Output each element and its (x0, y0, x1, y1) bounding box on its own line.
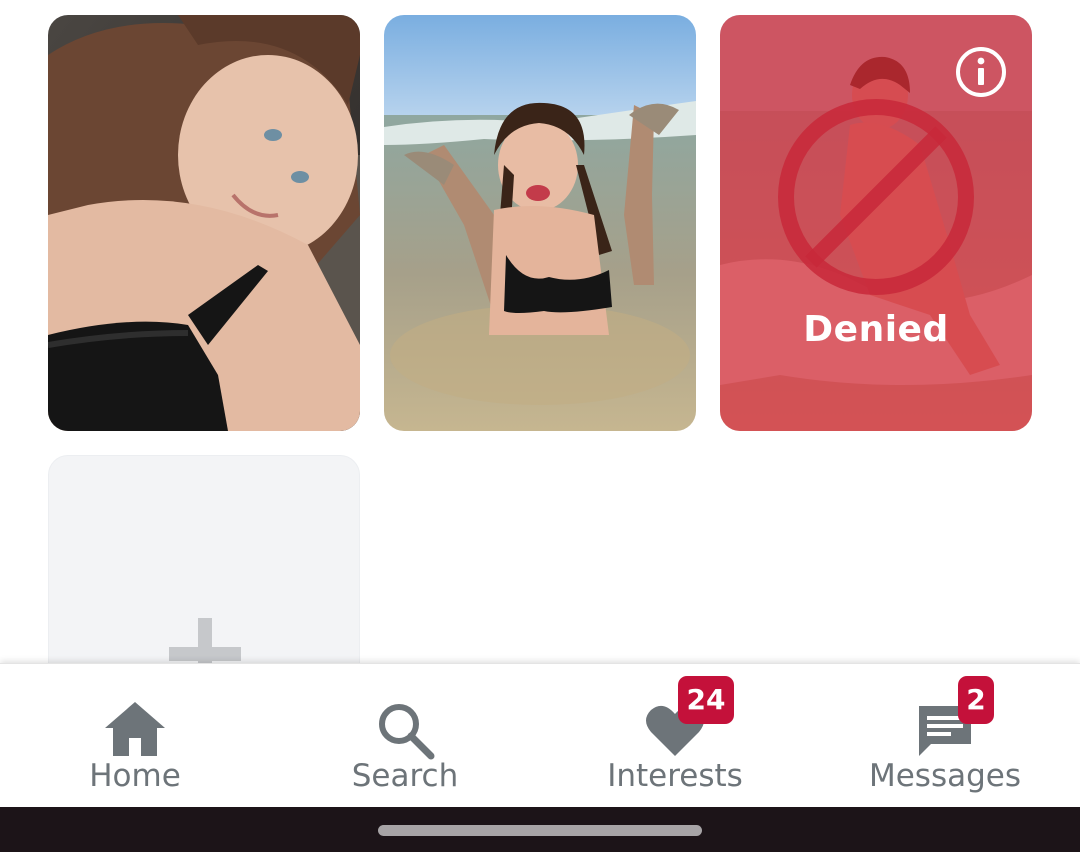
profile-photo-2[interactable] (384, 15, 696, 431)
nav-home-label: Home (89, 758, 181, 794)
nav-messages[interactable]: 2 Messages (810, 664, 1080, 808)
photo-status-label: Denied (803, 309, 949, 350)
nav-interests-label: Interests (607, 758, 743, 794)
home-gesture-handle[interactable] (378, 825, 702, 836)
prohibited-icon (778, 99, 974, 295)
home-icon (105, 702, 165, 756)
profile-photo-1[interactable] (48, 15, 360, 431)
plus-icon (169, 618, 241, 663)
photo-image (384, 15, 696, 431)
system-navigation-bar (0, 807, 1080, 852)
nav-search-label: Search (351, 758, 459, 794)
nav-home[interactable]: Home (0, 664, 270, 808)
nav-search[interactable]: Search (270, 664, 540, 808)
search-icon (379, 704, 435, 760)
photo-image (48, 15, 360, 431)
interests-badge: 24 (678, 676, 734, 724)
screen: Denied Home Search 24 Interests 2 Messag… (0, 0, 1080, 852)
info-icon[interactable] (954, 45, 1008, 99)
photo-grid: Denied (0, 0, 1080, 663)
nav-messages-label: Messages (868, 758, 1022, 794)
profile-photo-3[interactable]: Denied (720, 15, 1032, 431)
nav-interests[interactable]: 24 Interests (540, 664, 810, 808)
add-photo-button[interactable] (48, 455, 360, 663)
messages-badge: 2 (958, 676, 994, 724)
bottom-navigation: Home Search 24 Interests 2 Messages (0, 663, 1080, 808)
